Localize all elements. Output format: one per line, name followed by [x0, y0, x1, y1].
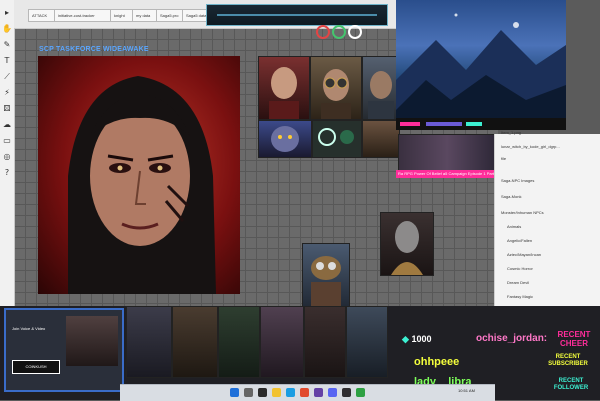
folder-dream-devil[interactable]: Dream Devil [507, 280, 529, 285]
recent-cheer: RECENT CHEER [557, 330, 591, 348]
folder-angelic[interactable]: Angelic/Fallen [507, 238, 532, 243]
token-orbs[interactable] [312, 120, 362, 158]
token-row-3[interactable] [218, 306, 260, 378]
bald-man-icon [269, 67, 299, 119]
token-row-6[interactable] [346, 306, 388, 378]
folder-saga-npc[interactable]: Saga-NPC Images [501, 178, 534, 183]
token-goggles-man[interactable] [310, 56, 362, 120]
search-icon[interactable] [244, 388, 253, 397]
folder-fantasy-magic[interactable]: Fantasy Magic [507, 294, 533, 299]
folder-monster-npcs[interactable]: Monster/Inhuman NPCs [501, 210, 544, 215]
aura-icon[interactable]: ◎ [2, 152, 12, 162]
clock: 10:51 AM [458, 388, 475, 393]
tool-strip: ▸ ✋ ✎ T ⟋ ⚡ ⚄ ☁ ▭ ◎ ? [0, 0, 15, 306]
app-icon[interactable] [356, 388, 365, 397]
chat-user-1: ochise_jordan: [476, 333, 548, 344]
token-strip[interactable] [398, 134, 496, 172]
red-ring-icon [316, 25, 330, 39]
overlay-line [217, 14, 377, 16]
dice-icon[interactable]: ⚄ [2, 104, 12, 114]
hand-icon[interactable]: ✋ [2, 24, 12, 34]
token-row-2[interactable] [172, 306, 218, 378]
vampire-portrait-art [68, 76, 216, 294]
recent-follower: RECENT FOLLOWER [553, 378, 589, 391]
token-row-1[interactable] [126, 306, 172, 378]
folder-saga-monk[interactable]: Saga-Monk [501, 194, 521, 199]
task-view-icon[interactable] [258, 388, 267, 397]
obs-icon[interactable] [342, 388, 351, 397]
panel-file-1[interactable]: Item_1.png [501, 130, 521, 135]
panel-file-2[interactable]: lunar_witch_by_kode_girl_dgrp... [501, 144, 560, 149]
fog-icon[interactable]: ☁ [2, 120, 12, 130]
token-creature[interactable] [258, 120, 312, 158]
soldier-icon [368, 71, 394, 119]
gnome-tinker-icon [311, 256, 341, 306]
character-portrait[interactable] [38, 56, 240, 294]
green-ring-icon [332, 25, 346, 39]
stream-scene [396, 0, 566, 130]
windows-start-icon[interactable] [230, 388, 239, 397]
token-alien-noble[interactable] [380, 212, 434, 276]
mountain-landscape [396, 13, 566, 130]
stream-overlay-bar [206, 4, 388, 26]
stream-card-label: Join Voice & Video [12, 326, 46, 331]
select-icon[interactable]: ▸ [2, 8, 12, 18]
map-title: SCP TASKFORCE WIDEAWAKE [39, 46, 149, 53]
folder-aztec[interactable]: Aztec/Mayan/Incan [507, 252, 541, 257]
text-icon[interactable]: T [2, 56, 12, 66]
stream-card: Join Voice & Video COINKUSH [4, 308, 124, 392]
tab-initiative[interactable]: initiative-cost-tracker [54, 9, 114, 22]
shape-icon[interactable]: ▭ [2, 136, 12, 146]
white-ring-icon [348, 25, 362, 39]
orbs-icon [318, 128, 354, 146]
token-warrior[interactable] [362, 120, 400, 158]
stream-card-image [66, 316, 118, 366]
recent-subscriber: RECENT SUBSCRIBER [548, 354, 588, 367]
help-icon[interactable]: ? [2, 168, 12, 178]
chat-user-2: ohhpeee [414, 356, 460, 368]
token-row-5[interactable] [304, 306, 346, 378]
alien-noble-icon [391, 221, 423, 275]
creature-icon [271, 126, 299, 152]
twitch-icon[interactable] [314, 388, 323, 397]
lightning-icon[interactable]: ⚡ [2, 88, 12, 98]
discord-icon[interactable] [328, 388, 337, 397]
draw-icon[interactable]: ✎ [2, 40, 12, 50]
chrome-icon[interactable] [300, 388, 309, 397]
measure-icon[interactable]: ⟋ [2, 72, 12, 82]
gem-count: ◆ 1000 [402, 334, 432, 344]
gem-icon: ◆ [402, 334, 409, 344]
token-gnome-tinker[interactable] [302, 243, 350, 307]
folder-cosmic-horror[interactable]: Cosmic Horror [507, 266, 533, 271]
goggles-man-icon [321, 69, 351, 119]
folder-icon[interactable] [272, 388, 281, 397]
token-bald-man[interactable] [258, 56, 310, 120]
token-soldier[interactable] [362, 56, 400, 120]
coinkush-button[interactable]: COINKUSH [12, 360, 60, 374]
folder-animals[interactable]: Animals [507, 224, 521, 229]
token-row-4[interactable] [260, 306, 304, 378]
panel-file-3[interactable]: file [501, 156, 506, 161]
taskbar: 10:51 AM [120, 384, 495, 401]
edge-icon[interactable] [286, 388, 295, 397]
